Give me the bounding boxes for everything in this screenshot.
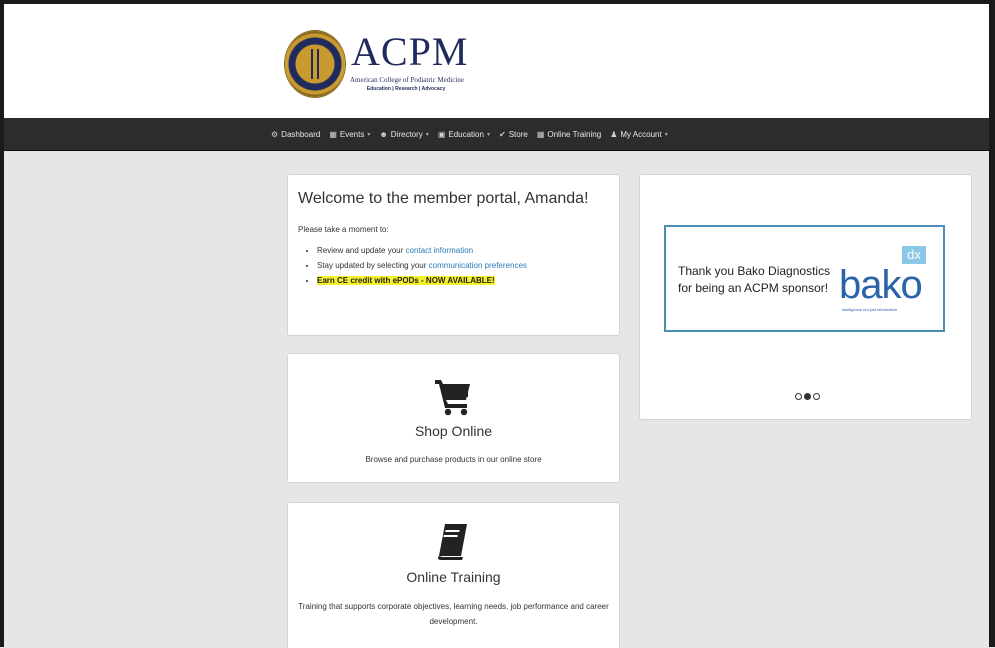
tile-description: Browse and purchase products in our onli… bbox=[365, 455, 542, 464]
chevron-down-icon: ▾ bbox=[425, 131, 429, 138]
nav-item-label: Store bbox=[508, 129, 528, 139]
nav-item-label: Dashboard bbox=[281, 129, 321, 139]
welcome-task-list: Review and update your contact informati… bbox=[304, 243, 527, 288]
window-frame-right bbox=[989, 0, 995, 647]
nav-item-label: Online Training bbox=[547, 129, 602, 139]
caduceus-icon bbox=[311, 49, 319, 79]
logo-title[interactable]: ACPM bbox=[351, 32, 468, 72]
carousel-dot-active[interactable] bbox=[804, 393, 811, 400]
dashboard-icon: ⚙ bbox=[271, 129, 279, 139]
online-training-tile[interactable]: Online Training Training that supports c… bbox=[287, 502, 620, 648]
sponsor-badge: dx bbox=[902, 246, 926, 264]
acpm-seal-logo[interactable] bbox=[285, 31, 345, 97]
sponsor-carousel: Thank you Bako Diagnostics for being an … bbox=[639, 174, 972, 420]
nav-item-label: Education bbox=[448, 129, 484, 139]
cart-icon: ✔ bbox=[498, 129, 506, 139]
users-icon: ☻ bbox=[379, 129, 388, 139]
book-icon: ▣ bbox=[437, 129, 446, 139]
nav-item-events[interactable]: ▦ Events ▾ bbox=[329, 130, 370, 139]
shop-online-tile[interactable]: Shop Online Browse and purchase products… bbox=[287, 353, 620, 483]
bako-logo: bako bbox=[839, 263, 923, 307]
chevron-down-icon: ▾ bbox=[486, 131, 490, 138]
tile-title: Online Training bbox=[406, 569, 501, 585]
sponsor-message: Thank you Bako Diagnostics for being an … bbox=[678, 263, 830, 297]
nav-item-education[interactable]: ▣ Education ▾ bbox=[438, 130, 490, 139]
welcome-card: Welcome to the member portal, Amanda! Pl… bbox=[287, 174, 620, 336]
nav-item-dashboard[interactable]: ⚙ Dashboard bbox=[271, 130, 320, 139]
sponsor-slide[interactable]: Thank you Bako Diagnostics for being an … bbox=[664, 225, 945, 332]
welcome-intro: Please take a moment to: bbox=[298, 225, 389, 234]
nav-item-label: My Account bbox=[620, 129, 662, 139]
epods-announcement[interactable]: Earn CE credit with ePODs - NOW AVAILABL… bbox=[317, 276, 495, 285]
nav-item-directory[interactable]: ☻ Directory ▾ bbox=[379, 130, 428, 139]
list-item-text: Stay updated by selecting your bbox=[317, 261, 429, 270]
nav-item-my-account[interactable]: ♟ My Account ▾ bbox=[610, 130, 668, 139]
nav-item-label: Directory bbox=[390, 129, 423, 139]
tile-description: Training that supports corporate objecti… bbox=[298, 602, 609, 626]
nav-item-label: Events bbox=[339, 129, 365, 139]
list-item: Earn CE credit with ePODs - NOW AVAILABL… bbox=[317, 273, 527, 288]
chevron-down-icon: ▾ bbox=[664, 131, 668, 138]
nav-item-online-training[interactable]: ▦ Online Training bbox=[537, 130, 601, 139]
communication-preferences-link[interactable]: communication preferences bbox=[429, 261, 527, 270]
list-item: Stay updated by selecting your communica… bbox=[317, 258, 527, 273]
main-navbar: ⚙ Dashboard ▦ Events ▾ ☻ Directory ▾ ▣ E… bbox=[4, 118, 989, 151]
carousel-dot[interactable] bbox=[795, 393, 802, 400]
logo-tagline: Education | Research | Advocacy bbox=[366, 86, 446, 92]
list-item: Review and update your contact informati… bbox=[317, 243, 527, 258]
list-item-text: Review and update your bbox=[317, 246, 406, 255]
logo-subtitle: American College of Podiatric Medicine bbox=[350, 76, 464, 84]
tile-title: Shop Online bbox=[414, 423, 493, 439]
nav-menu: ⚙ Dashboard ▦ Events ▾ ☻ Directory ▾ ▣ E… bbox=[271, 118, 668, 150]
nav-item-store[interactable]: ✔ Store bbox=[499, 130, 528, 139]
carousel-dot[interactable] bbox=[813, 393, 820, 400]
user-icon: ♟ bbox=[610, 129, 618, 139]
sponsor-message-line: for being an ACPM sponsor! bbox=[678, 281, 829, 295]
book-icon bbox=[437, 524, 467, 560]
carousel-indicators bbox=[795, 393, 820, 400]
site-header: ACPM American College of Podiatric Medic… bbox=[4, 4, 989, 118]
grid-icon: ▦ bbox=[536, 129, 545, 139]
sponsor-message-line: Thank you Bako Diagnostics bbox=[678, 264, 831, 278]
welcome-title: Welcome to the member portal, Amanda! bbox=[298, 190, 589, 207]
contact-information-link[interactable]: contact information bbox=[406, 246, 474, 255]
cart-icon bbox=[435, 380, 470, 416]
calendar-icon: ▦ bbox=[329, 129, 337, 139]
chevron-down-icon: ▾ bbox=[367, 131, 371, 138]
sponsor-tagline: intelligence not just information bbox=[842, 307, 897, 312]
